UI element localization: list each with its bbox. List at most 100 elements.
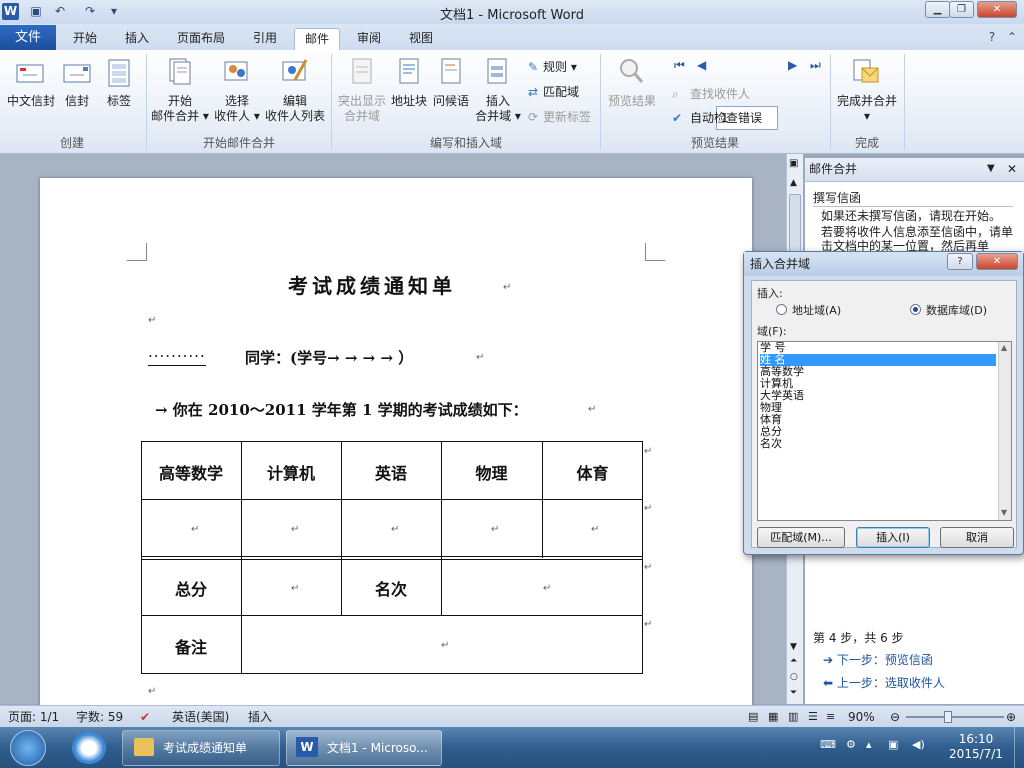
- zoom-level[interactable]: 90%: [848, 706, 875, 728]
- auto-check-errors-button[interactable]: 自动检查错误: [690, 110, 762, 126]
- pane-menu-icon[interactable]: ▼: [987, 158, 995, 180]
- student-line[interactable]: 同学：(学号→ → → → ）: [245, 347, 413, 368]
- database-field-radio[interactable]: [910, 304, 921, 315]
- word-count[interactable]: 字数: 59: [76, 706, 123, 728]
- pane-close-icon[interactable]: ✕: [1007, 158, 1017, 180]
- previous-page-icon[interactable]: ⏶: [790, 656, 797, 666]
- zoom-slider-thumb[interactable]: [944, 711, 952, 723]
- find-recipient-button[interactable]: 查找收件人: [690, 86, 750, 102]
- next-record-icon[interactable]: ▶: [788, 58, 797, 72]
- header-math[interactable]: 高等数学: [141, 460, 241, 484]
- header-physics[interactable]: 物理: [441, 460, 542, 484]
- zoom-in-icon[interactable]: ⊕: [1006, 706, 1016, 728]
- previous-record-icon[interactable]: ◀: [697, 58, 706, 72]
- student-name-field[interactable]: ··········: [148, 347, 206, 366]
- proofing-icon[interactable]: ✔: [140, 706, 150, 728]
- show-hidden-icon[interactable]: ▴: [866, 738, 872, 751]
- volume-icon[interactable]: ◀): [912, 738, 925, 751]
- address-field-radio[interactable]: [776, 304, 787, 315]
- maximize-button[interactable]: ❐: [949, 1, 974, 18]
- tab-mailings[interactable]: 邮件: [294, 28, 340, 50]
- header-computer[interactable]: 计算机: [241, 460, 341, 484]
- last-record-icon[interactable]: ⏭: [810, 58, 821, 73]
- rules-button[interactable]: 规则 ▾: [543, 59, 577, 75]
- preview-results-button[interactable]: 预览结果: [604, 94, 660, 109]
- remark-label[interactable]: 备注: [141, 634, 241, 658]
- next-step-link[interactable]: ➔ 下一步：预览信函: [823, 651, 933, 668]
- clock[interactable]: 16:10 2015/7/1: [944, 732, 1008, 762]
- greeting-line-button[interactable]: 问候语: [430, 94, 472, 109]
- field-item[interactable]: 总分: [760, 426, 996, 438]
- total-label[interactable]: 总分: [141, 576, 241, 600]
- fields-listbox[interactable]: 学 号 姓 名 高等数学 计算机 大学英语 物理 体育 总分 名次 ▲ ▼: [757, 341, 1012, 521]
- rank-label[interactable]: 名次: [341, 576, 441, 600]
- database-field-label[interactable]: 数据库域(D): [926, 302, 987, 318]
- dialog-close-button[interactable]: ✕: [976, 253, 1018, 270]
- browse-object-icon[interactable]: ○: [790, 672, 798, 682]
- chinese-envelope-button[interactable]: 中文信封: [2, 94, 60, 109]
- tab-home[interactable]: 开始: [64, 28, 106, 50]
- insert-merge-field-button[interactable]: 插入 合并域 ▾: [472, 94, 524, 124]
- view-print-layout-icon[interactable]: ▤: [748, 706, 758, 728]
- update-labels-button[interactable]: 更新标签: [543, 109, 591, 125]
- language[interactable]: 英语(美国): [172, 706, 229, 728]
- list-scroll-up-icon[interactable]: ▲: [1001, 343, 1007, 352]
- network-icon[interactable]: ▣: [888, 738, 898, 751]
- first-record-icon[interactable]: ⏮: [674, 58, 685, 73]
- tab-file[interactable]: 文件: [0, 25, 56, 50]
- header-pe[interactable]: 体育: [542, 460, 643, 484]
- next-page-icon[interactable]: ⏷: [790, 688, 797, 698]
- listbox-scrollbar[interactable]: ▲ ▼: [998, 342, 1011, 520]
- tab-references[interactable]: 引用: [244, 28, 286, 50]
- insert-mode[interactable]: 插入: [248, 706, 272, 728]
- tab-view[interactable]: 视图: [400, 28, 442, 50]
- dialog-help-button[interactable]: ?: [947, 253, 973, 270]
- tab-review[interactable]: 审阅: [348, 28, 390, 50]
- page-count[interactable]: 页面: 1/1: [8, 706, 59, 728]
- select-recipients-button[interactable]: 选择 收件人 ▾: [210, 94, 264, 124]
- ie-icon[interactable]: [72, 732, 106, 764]
- start-mail-merge-button[interactable]: 开始 邮件合并 ▾: [150, 94, 210, 124]
- field-item[interactable]: 大学英语: [760, 390, 996, 402]
- view-draft-icon[interactable]: ≡: [826, 706, 835, 728]
- tab-insert[interactable]: 插入: [116, 28, 158, 50]
- cancel-button[interactable]: 取消: [940, 527, 1014, 548]
- start-button[interactable]: [10, 730, 46, 766]
- ribbon-collapse-icon[interactable]: ⌃: [1004, 29, 1020, 45]
- finish-merge-button[interactable]: 完成并合并 ▾: [832, 94, 902, 124]
- match-fields-dialog-button[interactable]: 匹配域(M)...: [757, 527, 845, 548]
- address-field-label[interactable]: 地址域(A): [792, 302, 841, 318]
- ruler-toggle-icon[interactable]: ▣: [789, 158, 798, 169]
- list-scroll-down-icon[interactable]: ▼: [1001, 508, 1007, 517]
- tab-page-layout[interactable]: 页面布局: [168, 28, 234, 50]
- scroll-up-icon[interactable]: ▲: [790, 178, 797, 188]
- field-item[interactable]: 体育: [760, 414, 996, 426]
- zoom-out-icon[interactable]: ⊖: [890, 706, 900, 728]
- scroll-down-icon[interactable]: ▼: [790, 642, 797, 652]
- field-item[interactable]: 物理: [760, 402, 996, 414]
- zoom-slider[interactable]: [906, 716, 1004, 718]
- minimize-button[interactable]: ▁: [925, 1, 950, 18]
- match-fields-button[interactable]: 匹配域: [543, 84, 579, 100]
- header-english[interactable]: 英语: [341, 460, 441, 484]
- document-title[interactable]: 考试成绩通知单: [288, 270, 456, 299]
- help-icon[interactable]: ?: [984, 29, 1000, 45]
- keyboard-icon[interactable]: ⌨: [820, 738, 836, 751]
- view-outline-icon[interactable]: ☰: [808, 706, 818, 728]
- labels-button[interactable]: 标签: [100, 94, 138, 109]
- view-web-icon[interactable]: ▥: [788, 706, 798, 728]
- view-reading-icon[interactable]: ▦: [768, 706, 778, 728]
- highlight-merge-fields-button[interactable]: 突出显示 合并域: [334, 94, 390, 124]
- ime-icon[interactable]: ⚙: [846, 738, 856, 751]
- show-desktop-button[interactable]: [1014, 727, 1024, 768]
- field-item[interactable]: 学 号: [760, 342, 996, 354]
- close-button[interactable]: ✕: [977, 1, 1017, 18]
- address-block-button[interactable]: 地址块: [388, 94, 430, 109]
- envelope-button[interactable]: 信封: [58, 94, 96, 109]
- insert-button[interactable]: 插入(I): [856, 527, 930, 548]
- edit-recipient-list-button[interactable]: 编辑 收件人列表: [262, 94, 328, 124]
- field-item[interactable]: 名次: [760, 438, 996, 450]
- previous-step-link[interactable]: ⬅ 上一步：选取收件人: [823, 674, 945, 691]
- intro-line[interactable]: → 你在 2010～2011 学年第 1 学期的考试成绩如下：: [155, 399, 528, 420]
- field-item[interactable]: 高等数学: [760, 366, 996, 378]
